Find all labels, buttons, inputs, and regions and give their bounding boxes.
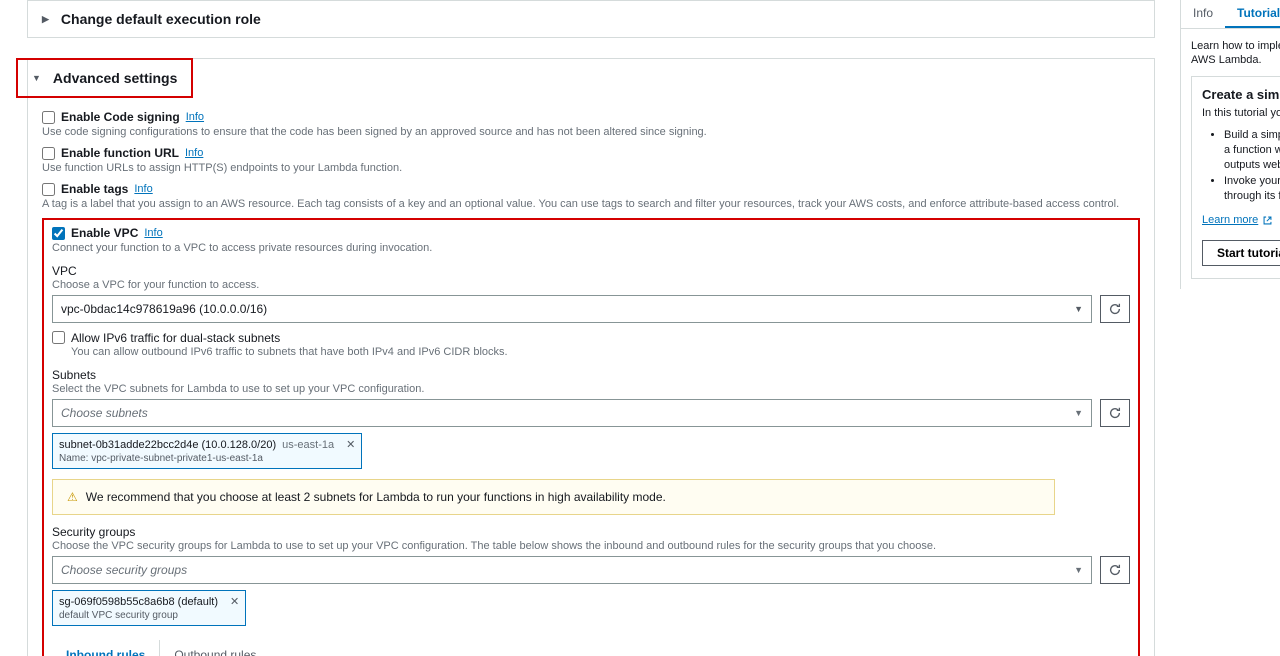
- chevron-down-icon: ▼: [1074, 565, 1083, 575]
- sg-token: sg-069f0598b55c8a6b8 (default) ✕ default…: [52, 590, 246, 626]
- subnet-token-name: Name: vpc-private-subnet-private1-us-eas…: [59, 453, 355, 464]
- tutorial-card-sub: In this tutorial you will to:: [1202, 106, 1280, 120]
- subnet-token-id: subnet-0b31adde22bcc2d4e (10.0.128.0/20): [59, 439, 276, 451]
- start-tutorial-button[interactable]: Start tutorial: [1202, 240, 1280, 266]
- vpc-info-link[interactable]: Info: [144, 227, 162, 239]
- chevron-down-icon: ▼: [1074, 408, 1083, 418]
- tutorial-bullet: Build a simple consisting of a function …: [1224, 128, 1280, 173]
- vpc-config-block: Enable VPC Info Connect your function to…: [42, 218, 1140, 656]
- enable-code-signing-row: Enable Code signing Info Use code signin…: [42, 110, 1140, 138]
- tutorial-card-title: Create a simple app: [1202, 87, 1280, 102]
- enable-code-signing-label: Enable Code signing: [61, 110, 180, 124]
- allow-ipv6-desc: You can allow outbound IPv6 traffic to s…: [71, 346, 508, 358]
- refresh-icon: [1108, 302, 1122, 316]
- enable-vpc-label: Enable VPC: [71, 226, 138, 240]
- sg-token-remove[interactable]: ✕: [230, 595, 239, 608]
- tab-inbound-rules[interactable]: Inbound rules: [52, 640, 159, 656]
- enable-tags-label: Enable tags: [61, 182, 128, 196]
- refresh-icon: [1108, 563, 1122, 577]
- vpc-select-value: vpc-0bdac14c978619a96 (10.0.0.0/16): [61, 302, 267, 316]
- subnets-field-label: Subnets: [52, 368, 1130, 382]
- tab-outbound-rules[interactable]: Outbound rules: [159, 640, 270, 656]
- code-signing-desc: Use code signing configurations to ensur…: [42, 126, 1140, 138]
- tab-info[interactable]: Info: [1181, 0, 1225, 28]
- function-url-desc: Use function URLs to assign HTTP(S) endp…: [42, 162, 1140, 174]
- advanced-settings-title: Advanced settings: [53, 70, 177, 86]
- sg-select[interactable]: Choose security groups ▼: [52, 556, 1092, 584]
- subnets-select[interactable]: Choose subnets ▼: [52, 399, 1092, 427]
- vpc-field-label: VPC: [52, 264, 1130, 278]
- refresh-icon: [1108, 406, 1122, 420]
- subnet-token-remove[interactable]: ✕: [346, 438, 355, 451]
- allow-ipv6-checkbox[interactable]: [52, 331, 65, 344]
- advanced-settings-header[interactable]: Advanced settings: [18, 60, 191, 96]
- enable-function-url-checkbox[interactable]: [42, 147, 55, 160]
- subnets-warning-text: We recommend that you choose at least 2 …: [86, 490, 666, 504]
- help-panel: Info Tutorials Learn how to implement ca…: [1180, 0, 1280, 289]
- enable-vpc-checkbox[interactable]: [52, 227, 65, 240]
- code-signing-info-link[interactable]: Info: [186, 111, 204, 123]
- advanced-settings-panel: Advanced settings Enable Code signing In…: [27, 58, 1155, 656]
- vpc-select[interactable]: vpc-0bdac14c978619a96 (10.0.0.0/16) ▼: [52, 295, 1092, 323]
- subnets-refresh-button[interactable]: [1100, 399, 1130, 427]
- tags-desc: A tag is a label that you assign to an A…: [42, 198, 1140, 210]
- tutorials-intro: Learn how to implement cases in AWS Lamb…: [1191, 39, 1280, 68]
- subnets-warning: ⚠ We recommend that you choose at least …: [52, 479, 1055, 515]
- allow-ipv6-label: Allow IPv6 traffic for dual-stack subnet…: [71, 331, 508, 345]
- subnet-token-az: us-east-1a: [282, 439, 334, 451]
- tutorial-bullet: Invoke your function through its functio…: [1224, 174, 1280, 204]
- subnets-field-sub: Select the VPC subnets for Lambda to use…: [52, 383, 1130, 395]
- warning-icon: ⚠: [67, 490, 78, 504]
- sg-refresh-button[interactable]: [1100, 556, 1130, 584]
- change-exec-role-title: Change default execution role: [61, 11, 261, 27]
- function-url-info-link[interactable]: Info: [185, 147, 203, 159]
- vpc-field-sub: Choose a VPC for your function to access…: [52, 279, 1130, 291]
- sg-token-name: default VPC security group: [59, 610, 239, 621]
- sg-placeholder: Choose security groups: [61, 563, 187, 577]
- enable-tags-checkbox[interactable]: [42, 183, 55, 196]
- tags-info-link[interactable]: Info: [134, 183, 152, 195]
- sg-field-sub: Choose the VPC security groups for Lambd…: [52, 540, 1130, 552]
- enable-function-url-row: Enable function URL Info Use function UR…: [42, 146, 1140, 174]
- change-exec-role-panel: Change default execution role: [27, 0, 1155, 38]
- enable-tags-row: Enable tags Info A tag is a label that y…: [42, 182, 1140, 210]
- sg-token-id: sg-069f0598b55c8a6b8 (default): [59, 596, 218, 608]
- vpc-desc: Connect your function to a VPC to access…: [52, 242, 1130, 254]
- vpc-refresh-button[interactable]: [1100, 295, 1130, 323]
- subnets-placeholder: Choose subnets: [61, 406, 148, 420]
- tab-tutorials[interactable]: Tutorials: [1225, 0, 1280, 28]
- learn-more-link[interactable]: Learn more: [1202, 214, 1273, 226]
- enable-function-url-label: Enable function URL: [61, 146, 179, 160]
- enable-code-signing-checkbox[interactable]: [42, 111, 55, 124]
- chevron-down-icon: ▼: [1074, 304, 1083, 314]
- subnet-token: subnet-0b31adde22bcc2d4e (10.0.128.0/20)…: [52, 433, 362, 469]
- rules-tabs: Inbound rules Outbound rules: [52, 640, 1130, 656]
- external-link-icon: [1262, 215, 1273, 226]
- change-exec-role-header[interactable]: Change default execution role: [28, 1, 1154, 37]
- sg-field-label: Security groups: [52, 525, 1130, 539]
